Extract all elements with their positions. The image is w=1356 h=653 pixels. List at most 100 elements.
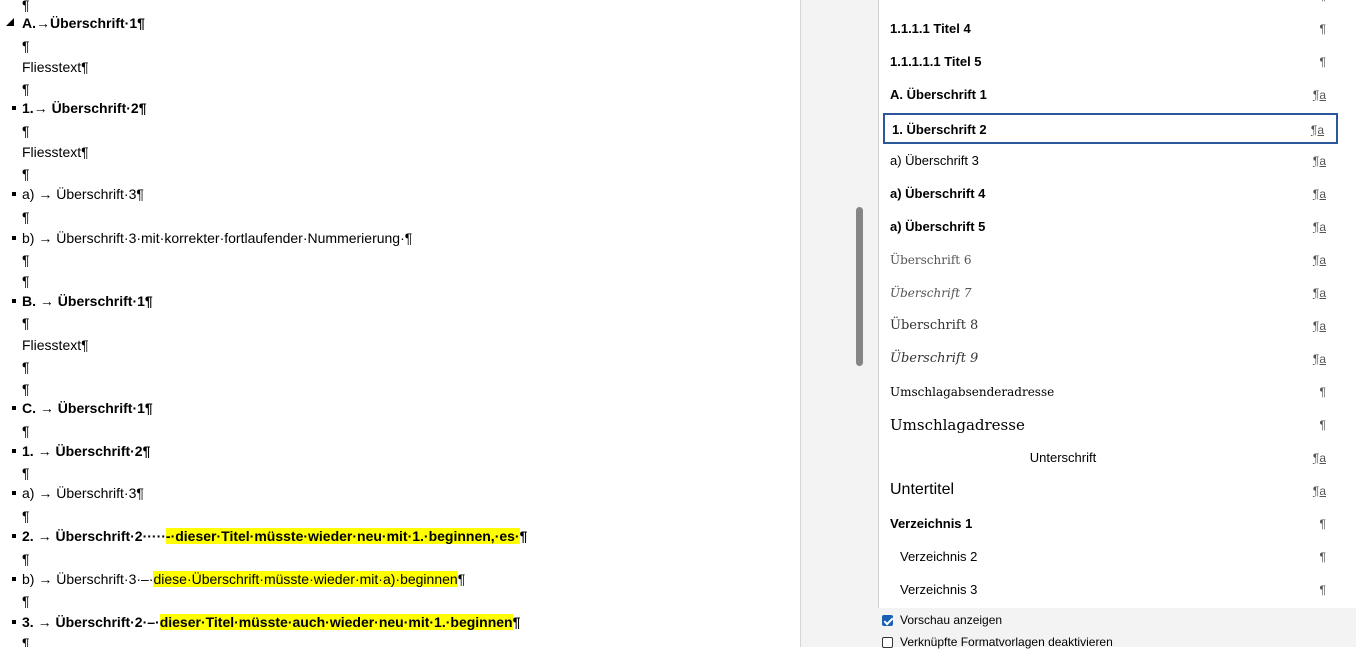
line-text: ¶ <box>22 0 30 13</box>
document-line[interactable]: ¶ <box>22 208 30 226</box>
document-page[interactable]: ¶ A.→Überschrift·1¶ ¶ Fliesstext¶ ¶ 1.→ Übers… <box>0 0 800 647</box>
style-item[interactable]: Überschrift 8 ¶a <box>883 311 1338 342</box>
style-item[interactable]: Untertitel ¶a <box>883 476 1338 507</box>
style-item[interactable]: 1.1.1.1 Titel 4 ¶ <box>883 14 1338 45</box>
document-line[interactable]: ¶ <box>22 380 30 398</box>
style-name: a) Überschrift 3 <box>890 153 979 168</box>
list-marker <box>12 491 16 495</box>
document-line[interactable]: ¶ <box>22 358 30 376</box>
linked-style-icon: ¶a <box>1312 88 1326 102</box>
style-name: a) Überschrift 4 <box>890 186 986 201</box>
document-line[interactable]: ¶ <box>22 80 30 98</box>
document-line[interactable]: 1. → Überschrift·2¶ <box>22 442 150 460</box>
style-name: Umschlagabsenderadresse <box>890 385 1055 399</box>
style-item[interactable]: 1.1.1 Titel 3 ¶ <box>883 0 1338 12</box>
list-marker <box>12 534 16 538</box>
style-item[interactable]: Verzeichnis 3 ¶ <box>883 575 1338 606</box>
document-line[interactable]: a) → Überschrift·3¶ <box>22 484 144 502</box>
linked-style-icon: ¶a <box>1312 286 1326 300</box>
list-marker <box>12 577 16 581</box>
line-text: B. → Überschrift·1¶ <box>22 293 153 309</box>
document-line[interactable]: Fliesstext¶ <box>22 58 89 76</box>
document-line[interactable]: ¶ <box>22 122 30 140</box>
document-line[interactable]: ¶ <box>22 0 30 14</box>
line-text: ¶ <box>22 359 30 375</box>
style-name: Überschrift 8 <box>890 318 979 333</box>
preview-checkbox[interactable] <box>882 615 893 626</box>
list-marker <box>12 406 16 410</box>
style-name: Unterschrift <box>1029 450 1097 465</box>
scrollbar-thumb[interactable] <box>856 207 863 366</box>
document-line[interactable]: ¶ <box>22 37 30 55</box>
style-name: Überschrift 9 <box>890 351 979 366</box>
collapse-triangle-icon[interactable] <box>6 18 14 26</box>
style-item[interactable]: Verzeichnis 1 ¶ <box>883 509 1338 540</box>
document-line[interactable]: ¶ <box>22 272 30 290</box>
highlighted-text: -·dieser·Titel·müsste·wieder·neu·mit·1.·… <box>165 528 520 544</box>
document-line[interactable]: b) → Überschrift·3·–·diese·Überschrift·m… <box>22 570 465 588</box>
style-name: 1.1.1.1 Titel 4 <box>890 21 971 36</box>
document-line[interactable]: ¶ <box>22 165 30 183</box>
style-item[interactable]: Verzeichnis 2 ¶ <box>883 542 1338 573</box>
style-item[interactable]: 1.1.1.1.1 Titel 5 ¶ <box>883 47 1338 78</box>
linked-styles-option[interactable]: Verknüpfte Formatvorlagen deaktivieren <box>882 635 1352 653</box>
document-line[interactable]: A.→Überschrift·1¶ <box>22 14 145 32</box>
styles-list[interactable]: 1.1.1 Titel 3¶1.1.1.1 Titel 4¶1.1.1.1.1 … <box>879 0 1356 608</box>
line-text: ¶ <box>22 38 30 54</box>
style-item[interactable]: Überschrift 6 ¶a <box>883 245 1338 276</box>
document-line[interactable]: ¶ <box>22 422 30 440</box>
paragraph-icon: ¶ <box>1319 517 1326 531</box>
style-item[interactable]: Umschlagadresse ¶ <box>883 410 1338 441</box>
document-line[interactable]: Fliesstext¶ <box>22 143 89 161</box>
document-line[interactable]: ¶ <box>22 314 30 332</box>
style-item[interactable]: a) Überschrift 5 ¶a <box>883 212 1338 243</box>
line-text: b) → Überschrift·3·–· <box>22 571 154 587</box>
line-text: ¶ <box>22 635 30 647</box>
window-gap <box>801 0 850 647</box>
style-item[interactable]: A. Überschrift 1 ¶a <box>883 80 1338 111</box>
document-line[interactable]: B. → Überschrift·1¶ <box>22 292 153 310</box>
linked-style-icon: ¶a <box>1312 187 1326 201</box>
style-name: a) Überschrift 5 <box>890 219 986 234</box>
line-text: 1.→ Überschrift·2¶ <box>22 100 147 116</box>
list-marker <box>12 620 16 624</box>
document-line[interactable]: ¶ <box>22 592 30 610</box>
linked-style-icon: ¶a <box>1312 451 1326 465</box>
document-line[interactable]: ¶ <box>22 464 30 482</box>
line-text: ¶ <box>22 423 30 439</box>
line-text: Fliesstext¶ <box>22 144 89 160</box>
document-line[interactable]: ¶ <box>22 251 30 269</box>
document-line[interactable]: a) → Überschrift·3¶ <box>22 185 144 203</box>
document-line[interactable]: Fliesstext¶ <box>22 336 89 354</box>
document-line[interactable]: ¶ <box>22 634 30 647</box>
document-line[interactable]: 2. → Überschrift·2·····-·dieser·Titel·mü… <box>22 527 527 545</box>
style-name: Überschrift 7 <box>890 286 972 300</box>
document-line[interactable]: C. → Überschrift·1¶ <box>22 399 153 417</box>
line-text: ¶ <box>22 209 30 225</box>
style-name: 1. Überschrift 2 <box>892 122 987 137</box>
style-item[interactable]: a) Überschrift 4 ¶a <box>883 179 1338 210</box>
style-name: A. Überschrift 1 <box>890 87 987 102</box>
line-text: a) → Überschrift·3¶ <box>22 485 144 501</box>
line-text: C. → Überschrift·1¶ <box>22 400 153 416</box>
document-line[interactable]: b) → Überschrift·3·mit·korrekter·fortlau… <box>22 229 412 247</box>
linked-styles-checkbox[interactable] <box>882 637 893 648</box>
document-line[interactable]: 1.→ Überschrift·2¶ <box>22 99 146 117</box>
style-item[interactable]: Umschlagabsenderadresse ¶ <box>883 377 1338 408</box>
style-name: Umschlagadresse <box>890 416 1025 434</box>
pilcrow-mark: ¶ <box>519 528 528 544</box>
style-item[interactable]: Überschrift 7 ¶a <box>883 278 1338 309</box>
style-item[interactable]: Unterschrift ¶a <box>883 443 1338 474</box>
document-line[interactable]: ¶ <box>22 507 30 525</box>
style-item[interactable]: a) Überschrift 3 ¶a <box>883 146 1338 177</box>
list-marker <box>12 106 16 110</box>
document-line[interactable]: 3. → Überschrift·2·–·dieser·Titel·müsste… <box>22 613 520 631</box>
document-line[interactable]: ¶ <box>22 550 30 568</box>
style-item[interactable]: Überschrift 9 ¶a <box>883 344 1338 375</box>
line-text: ¶ <box>22 252 30 268</box>
line-text: ¶ <box>22 273 30 289</box>
linked-style-icon: ¶a <box>1312 253 1326 267</box>
style-item[interactable]: 1. Überschrift 2 ¶a <box>883 113 1338 144</box>
preview-option[interactable]: Vorschau anzeigen <box>882 613 1352 631</box>
linked-style-icon: ¶a <box>1312 220 1326 234</box>
